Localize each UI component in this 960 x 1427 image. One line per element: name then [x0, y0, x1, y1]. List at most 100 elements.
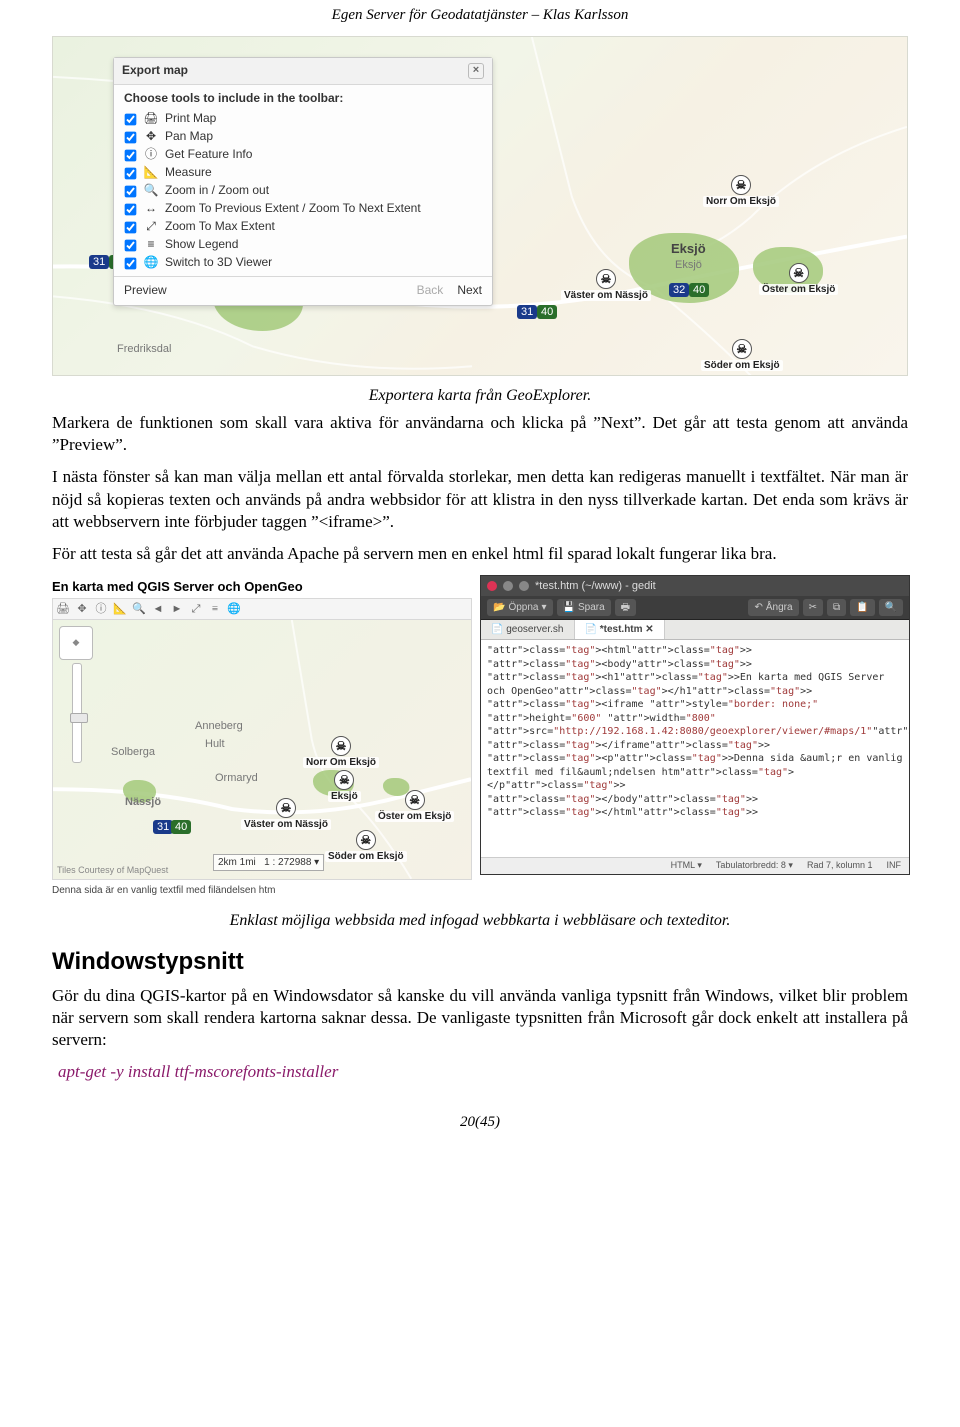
road-badge: 40 [537, 305, 557, 319]
back-link[interactable]: Back [417, 283, 444, 299]
command-line: apt-get -y install ttf-mscorefonts-insta… [58, 1061, 908, 1083]
poi-label: Söder om Eksjö [325, 851, 407, 862]
skull-icon: ☠ [276, 798, 296, 818]
legend-icon[interactable]: ≡ [207, 601, 223, 617]
pan-icon[interactable]: ✥ [74, 601, 90, 617]
dialog-title: Export map [122, 63, 188, 79]
open-button[interactable]: 📂 Öppna ▾ [487, 599, 553, 616]
skull-icon: ☠ [789, 263, 809, 283]
map-poi[interactable]: ☠Väster om Nässjö [561, 269, 651, 301]
prev-extent-icon[interactable]: ◄ [150, 601, 166, 617]
map-canvas[interactable]: 314031403240 NässjöFredriksdalEksjöEksjö… [52, 36, 908, 376]
skull-icon: ☠ [331, 736, 351, 756]
road-badge: 31 [89, 255, 109, 269]
tool-label: Zoom To Max Extent [165, 219, 275, 235]
measure-icon[interactable]: 📐 [112, 601, 128, 617]
tool-checkbox[interactable] [125, 221, 137, 233]
tool-checkbox[interactable] [125, 203, 137, 215]
tool-icon: ≡ [143, 237, 159, 253]
tool-label: Get Feature Info [165, 147, 252, 163]
copy-icon[interactable]: ⧉ [827, 599, 846, 616]
town-label: Eksjö [675, 259, 702, 271]
poi-label: Väster om Nässjö [561, 290, 651, 301]
close-window-icon[interactable] [487, 581, 497, 591]
caption-1: Exportera karta från GeoExplorer. [52, 386, 908, 407]
close-icon[interactable]: × [468, 63, 484, 79]
tool-checkbox[interactable] [125, 113, 137, 125]
status-tabwidth[interactable]: Tabulatorbredd: 8 ▾ [716, 860, 793, 872]
road-badge: 31 [517, 305, 537, 319]
maximize-window-icon[interactable] [519, 581, 529, 591]
poi-label: Norr Om Eksjö [703, 196, 779, 207]
tool-icon: ⓘ [143, 147, 159, 163]
tool-label: Print Map [165, 111, 216, 127]
skull-icon: ☠ [356, 830, 376, 850]
tool-row: 🌐Switch to 3D Viewer [124, 254, 482, 272]
tab-geoserver[interactable]: 📄 geoserver.sh [481, 620, 575, 639]
search-icon[interactable]: 🔍 [879, 599, 903, 616]
save-button[interactable]: 💾 Spara [557, 599, 611, 616]
tool-icon: 🔍 [143, 183, 159, 199]
tool-checkbox[interactable] [125, 167, 137, 179]
tool-icon: 🖨 [143, 111, 159, 127]
poi-label: Eksjö [328, 791, 361, 802]
map-toolbar: 🖨 ✥ ⓘ 📐 🔍 ◄ ► ⤢ ≡ 🌐 [52, 598, 472, 620]
tool-checkbox[interactable] [125, 149, 137, 161]
tool-icon: 📐 [143, 165, 159, 181]
print-icon[interactable]: 🖨 [55, 601, 71, 617]
poi-label: Norr Om Eksjö [303, 757, 379, 768]
poi-label: Söder om Eksjö [701, 360, 783, 371]
town-label: Eksjö [671, 241, 706, 256]
skull-icon: ☠ [405, 790, 425, 810]
page-header: Egen Server för Geodatatjänster – Klas K… [52, 6, 908, 26]
tool-checkbox[interactable] [125, 185, 137, 197]
caption-2: Enklast möjliga webbsida med infogad web… [52, 911, 908, 932]
tool-icon: ⤢ [143, 219, 159, 235]
tool-label: Show Legend [165, 237, 238, 253]
browser-footnote: Denna sida är en vanlig textfil med filä… [52, 884, 472, 897]
globe-icon[interactable]: 🌐 [226, 601, 242, 617]
editor-statusbar: HTML ▾ Tabulatorbredd: 8 ▾ Rad 7, kolumn… [481, 857, 909, 874]
section-heading: Windowstypsnitt [52, 946, 908, 977]
minimize-window-icon[interactable] [503, 581, 513, 591]
tool-checkbox[interactable] [125, 257, 137, 269]
town-label: Fredriksdal [117, 343, 171, 355]
zoom-icon[interactable]: 🔍 [131, 601, 147, 617]
tool-icon: ✥ [143, 129, 159, 145]
map-poi[interactable]: ☠Norr Om Eksjö [703, 175, 779, 207]
undo-button[interactable]: ↶ Ångra [748, 599, 798, 616]
status-cursor: Rad 7, kolumn 1 [807, 860, 873, 872]
paste-icon[interactable]: 📋 [850, 599, 874, 616]
tool-label: Measure [165, 165, 212, 181]
road-badge: 32 [669, 283, 689, 297]
preview-link[interactable]: Preview [124, 283, 167, 299]
map-poi[interactable]: ☠Söder om Eksjö [701, 339, 783, 371]
tool-row: 🔍Zoom in / Zoom out [124, 182, 482, 200]
editor-titlebar: *test.htm (~/www) - gedit [481, 576, 909, 596]
editor-textarea[interactable]: "attr">class="tag"><html"attr">class="ta… [481, 640, 909, 857]
tool-row: ≡ Show Legend [124, 236, 482, 254]
cut-icon[interactable]: ✂ [803, 599, 823, 616]
map-poi[interactable]: ☠Öster om Eksjö [759, 263, 838, 295]
status-lang[interactable]: HTML ▾ [671, 860, 702, 872]
tool-row: 🖨 Print Map [124, 110, 482, 128]
print-button[interactable]: 🖶 [615, 599, 636, 616]
max-extent-icon[interactable]: ⤢ [188, 601, 204, 617]
scale-bar[interactable]: 2km 1mi 1 : 272988 ▾ [213, 854, 324, 871]
tool-row: ⓘ Get Feature Info [124, 146, 482, 164]
next-extent-icon[interactable]: ► [169, 601, 185, 617]
export-map-dialog: Export map × Choose tools to include in … [113, 57, 493, 306]
next-link[interactable]: Next [457, 283, 482, 299]
tool-label: Pan Map [165, 129, 213, 145]
poi-label: Öster om Eksjö [759, 284, 838, 295]
tool-row: ⤢ Zoom To Max Extent [124, 218, 482, 236]
skull-icon: ☠ [731, 175, 751, 195]
tab-test-htm[interactable]: 📄 *test.htm ✕ [575, 620, 665, 639]
tool-checkbox[interactable] [125, 131, 137, 143]
gedit-window: *test.htm (~/www) - gedit 📂 Öppna ▾ 💾 Sp… [480, 575, 910, 875]
embedded-map[interactable]: ◆ ☠Norr Om Eksjö ☠Eksjö ☠Väster om Nässj… [52, 620, 472, 880]
tool-checkbox[interactable] [125, 239, 137, 251]
info-icon[interactable]: ⓘ [93, 601, 109, 617]
poi-label: Väster om Nässjö [241, 819, 331, 830]
map-attribution: Tiles Courtesy of MapQuest [57, 865, 168, 875]
